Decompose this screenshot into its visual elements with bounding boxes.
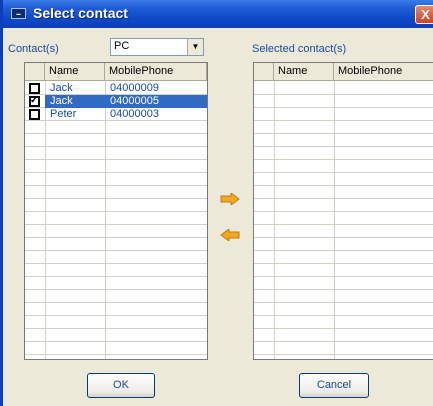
row-checkbox[interactable] (29, 94, 40, 107)
selected-contacts-grid[interactable]: Name MobilePhone (253, 62, 433, 360)
mobilephone-column-header[interactable]: MobilePhone (334, 63, 433, 81)
row-checkbox[interactable] (29, 83, 40, 94)
contact-name: Jack (50, 82, 73, 94)
close-button[interactable]: X (415, 5, 433, 24)
title-bar[interactable]: ▬ Select contact X (3, 0, 433, 28)
name-column-header[interactable]: Name (45, 63, 105, 81)
mobilephone-column-header[interactable]: MobilePhone (105, 63, 207, 81)
contact-phone: 04000005 (110, 95, 159, 107)
contact-name: Jack (50, 95, 73, 107)
ok-button[interactable]: OK (87, 373, 155, 398)
contact-source-value: PC (114, 40, 130, 52)
contacts-grid[interactable]: Name MobilePhone Jack 04000009 Jack 0400… (24, 62, 208, 360)
row-checkbox[interactable] (29, 109, 40, 120)
chevron-down-icon[interactable]: ▼ (187, 39, 203, 55)
contact-source-dropdown[interactable]: PC ▼ (110, 38, 204, 56)
app-icon: ▬ (11, 8, 26, 19)
contact-phone: 04000003 (110, 108, 159, 120)
name-column-header[interactable]: Name (274, 63, 334, 81)
table-row[interactable]: Jack 04000005 (25, 94, 207, 108)
table-row[interactable]: Jack 04000009 (25, 82, 207, 95)
cancel-button[interactable]: Cancel (299, 373, 369, 398)
selected-contacts-label: Selected contact(s) (252, 43, 347, 55)
contact-phone: 04000009 (110, 82, 159, 94)
close-icon: X (421, 7, 430, 22)
checkbox-column-header[interactable] (25, 63, 45, 81)
checkbox-column-header[interactable] (254, 63, 274, 81)
select-contact-window: ▬ Select contact X Contact(s) PC ▼ Name … (0, 0, 433, 406)
arrow-left-icon[interactable] (220, 229, 240, 241)
table-row[interactable]: Peter 04000003 (25, 108, 207, 121)
contact-name: Peter (50, 108, 77, 120)
contacts-label: Contact(s) (8, 43, 59, 55)
arrow-right-icon[interactable] (220, 193, 240, 205)
window-title: Select contact (33, 5, 128, 21)
